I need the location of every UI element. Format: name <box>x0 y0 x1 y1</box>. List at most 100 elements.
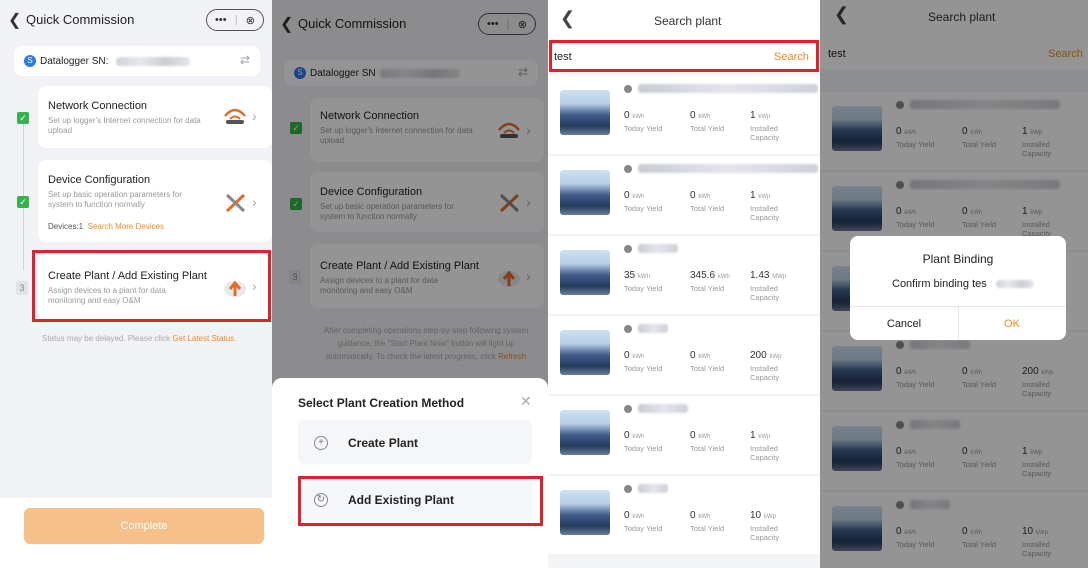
plant-name-blurred <box>638 84 818 93</box>
total-yield-value: 0 kWh <box>690 350 711 361</box>
plant-list-item[interactable]: 35 kWh 345.6 kWh 1.43 MWp Today Yield Total … <box>548 236 820 314</box>
today-yield-label: Today Yield <box>624 284 663 293</box>
plant-creation-sheet: Select Plant Creation Method ✕ + Create … <box>272 378 548 568</box>
capsule-divider: | <box>234 14 238 26</box>
total-yield-label: Total Yield <box>690 444 725 453</box>
today-yield-value: 0 kWh <box>624 350 645 361</box>
plant-thumbnail <box>560 170 610 215</box>
plant-type-icon <box>624 325 632 333</box>
plant-type-icon <box>624 165 632 173</box>
capacity-label: Capacity <box>750 133 780 142</box>
complete-button[interactable]: Complete <box>24 508 264 544</box>
ok-button[interactable]: OK <box>958 318 1066 330</box>
step-title: Network Connection <box>48 100 148 112</box>
capacity-label: Capacity <box>750 533 780 542</box>
plant-list-item[interactable]: 0 kWh 0 kWh 10 kWp Today Yield Total Yield In… <box>548 476 820 554</box>
total-yield-value: 0 kWh <box>690 510 711 521</box>
installed-label: Installed <box>750 444 778 453</box>
plant-thumbnail <box>560 410 610 455</box>
plant-name-blurred <box>638 164 818 173</box>
plant-type-icon <box>624 405 632 413</box>
today-yield-value: 35 kWh <box>624 270 650 281</box>
plant-name-blurred <box>638 244 678 253</box>
today-yield-value: 0 kWh <box>624 510 645 521</box>
total-yield-value: 0 kWh <box>690 110 711 121</box>
quick-commission-sheet-screen: ❮ Quick Commission ••• | ⊗ S Datalogger … <box>272 0 548 568</box>
plant-type-icon <box>624 85 632 93</box>
installed-label: Installed <box>750 524 778 533</box>
installed-label: Installed <box>750 204 778 213</box>
datalogger-label: Datalogger SN: <box>40 56 109 67</box>
today-yield-label: Today Yield <box>624 524 663 533</box>
step-device-configuration[interactable]: Device Configuration Set up basic operat… <box>38 160 272 242</box>
tools-icon <box>225 193 246 213</box>
plant-binding-dialog: Plant Binding Confirm binding tes Cancel… <box>850 236 1066 340</box>
step-done-check-icon: ✓ <box>17 112 29 124</box>
total-yield-label: Total Yield <box>690 524 725 533</box>
close-circle-icon[interactable]: ⊗ <box>246 14 255 27</box>
top-bar: ❮ Quick Commission ••• | ⊗ <box>0 0 272 40</box>
chevron-right-icon: › <box>252 108 257 124</box>
step-connector <box>23 120 24 270</box>
plant-list-item[interactable]: 0 kWh 0 kWh 1 kWp Today Yield Total Yield Ins… <box>548 156 820 234</box>
switch-icon[interactable]: ⇄ <box>240 53 250 67</box>
installed-capacity-value: 1.43 MWp <box>750 270 787 281</box>
plant-name-blurred <box>638 404 688 413</box>
devices-count: Devices:1 Search More Devices <box>48 222 165 231</box>
step-network-connection[interactable]: Network Connection Set up logger's Inter… <box>38 86 272 148</box>
plant-thumbnail <box>560 490 610 535</box>
plant-thumbnail <box>560 90 610 135</box>
today-yield-label: Today Yield <box>624 124 663 133</box>
dialog-title: Plant Binding <box>922 252 994 266</box>
installed-label: Installed <box>750 284 778 293</box>
datalogger-card: S Datalogger SN: ⇄ <box>14 46 260 76</box>
installed-capacity-value: 200 kWp <box>750 350 782 361</box>
today-yield-value: 0 kWh <box>624 190 645 201</box>
highlight-box <box>32 250 271 322</box>
plus-circle-icon: + <box>314 436 328 450</box>
sheet-title: Select Plant Creation Method <box>298 396 465 410</box>
highlight-box <box>298 476 543 526</box>
datalogger-icon: S <box>24 55 36 67</box>
plant-list-item[interactable]: 0 kWh 0 kWh 200 kWp Today Yield Total Yield I… <box>548 316 820 394</box>
step-title: Device Configuration <box>48 174 151 186</box>
capacity-label: Capacity <box>750 213 780 222</box>
cancel-button[interactable]: Cancel <box>850 318 958 330</box>
installed-capacity-value: 1 kWp <box>750 110 771 121</box>
capacity-label: Capacity <box>750 293 780 302</box>
close-icon[interactable]: ✕ <box>520 393 532 410</box>
plant-name-blurred <box>638 324 668 333</box>
option-label: Create Plant <box>348 436 419 450</box>
capacity-label: Capacity <box>750 373 780 382</box>
plant-binding-screen: ❮ Search plant test Search 0 kWh 0 kWh 1 k… <box>820 0 1088 568</box>
nav-bar: ❮ Search plant <box>548 0 820 40</box>
get-latest-status-link[interactable]: Get Latest Status. <box>172 334 236 343</box>
step-done-check-icon: ✓ <box>17 196 29 208</box>
serial-number-blurred <box>116 57 190 66</box>
plant-list-item[interactable]: 0 kWh 0 kWh 1 kWp Today Yield Total Yield Ins… <box>548 396 820 474</box>
back-chevron-icon[interactable]: ❮ <box>560 8 575 29</box>
search-plant-screen: ❮ Search plant test Search 0 kWh 0 kWh 1 k… <box>548 0 820 568</box>
total-yield-label: Total Yield <box>690 284 725 293</box>
plant-name-blurred <box>996 280 1034 288</box>
plant-thumbnail <box>560 330 610 375</box>
installed-label: Installed <box>750 124 778 133</box>
installed-capacity-value: 10 kWp <box>750 510 776 521</box>
page-title: Quick Commission <box>26 12 135 27</box>
highlight-box <box>549 40 819 72</box>
total-yield-label: Total Yield <box>690 204 725 213</box>
mini-program-capsule[interactable]: ••• | ⊗ <box>206 9 264 31</box>
more-icon[interactable]: ••• <box>215 14 227 26</box>
today-yield-value: 0 kWh <box>624 110 645 121</box>
total-yield-value: 0 kWh <box>690 430 711 441</box>
installed-capacity-value: 1 kWp <box>750 190 771 201</box>
chevron-right-icon: › <box>252 194 257 210</box>
plant-list-item[interactable]: 0 kWh 0 kWh 1 kWp Today Yield Total Yield Ins… <box>548 76 820 154</box>
today-yield-label: Today Yield <box>624 364 663 373</box>
search-more-devices-link[interactable]: Search More Devices <box>88 222 164 231</box>
dialog-message: Confirm binding tes <box>892 278 987 290</box>
plant-name-blurred <box>638 484 668 493</box>
back-chevron-icon[interactable]: ❮ <box>8 10 21 30</box>
today-yield-label: Today Yield <box>624 444 663 453</box>
create-plant-option[interactable]: + Create Plant <box>298 420 532 464</box>
